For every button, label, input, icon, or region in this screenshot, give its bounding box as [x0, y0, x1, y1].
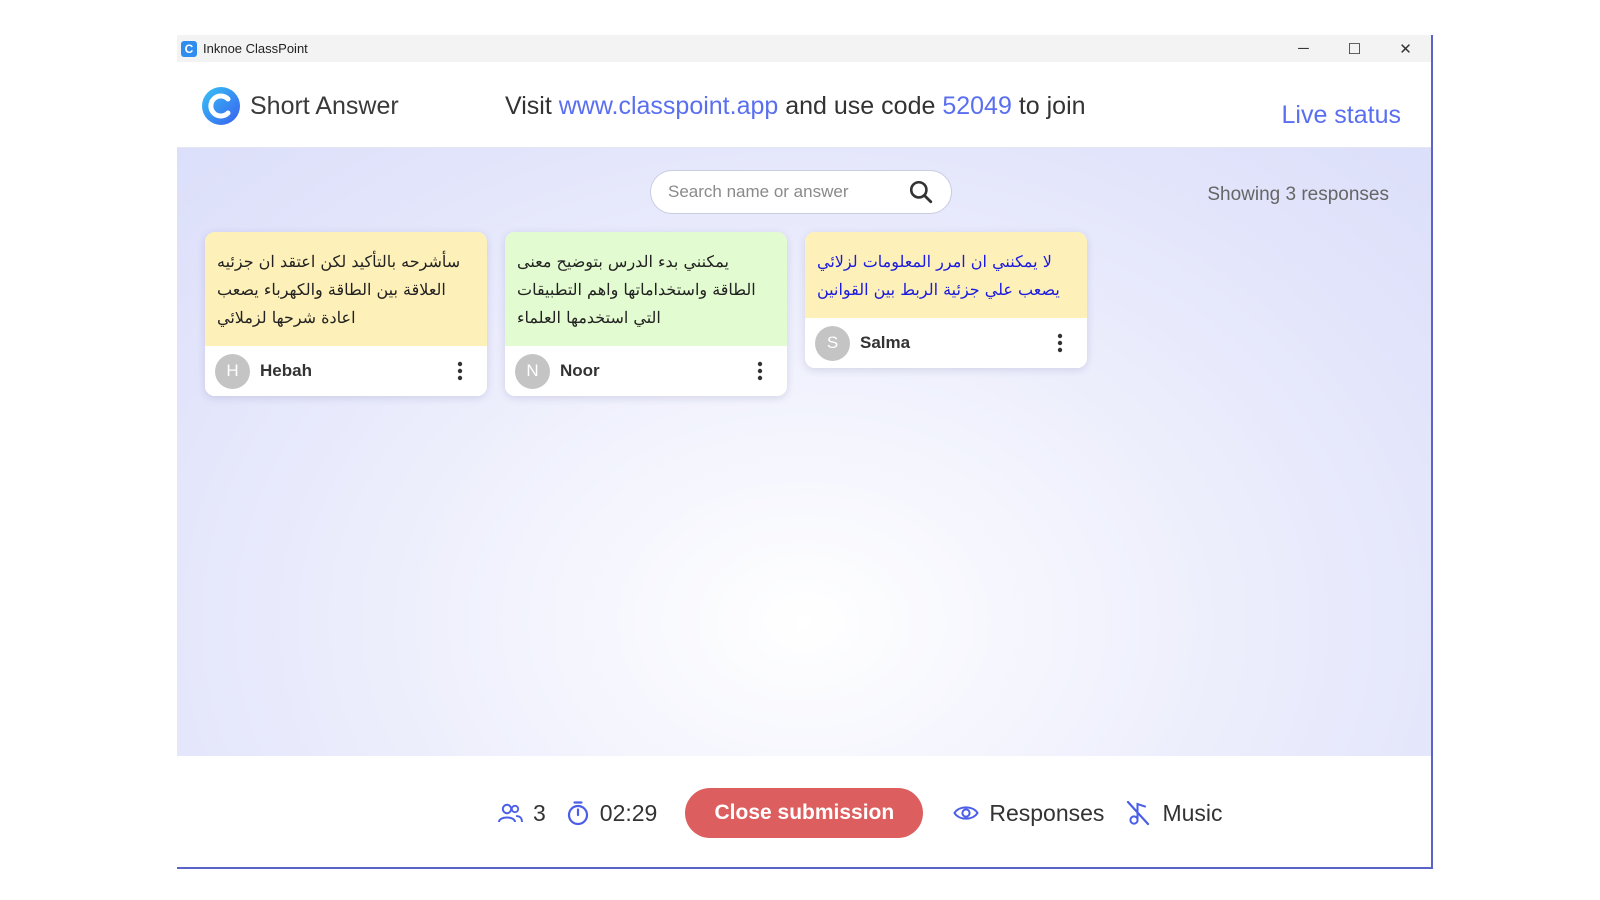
response-text: يمكنني بدء الدرس بتوضيح معنى الطاقة واست… — [505, 232, 787, 346]
join-prefix: Visit — [505, 92, 552, 120]
response-count: Showing 3 responses — [1207, 184, 1389, 205]
stopwatch-icon — [567, 801, 588, 826]
mode-title: Short Answer — [250, 92, 399, 120]
participant-number: 3 — [533, 799, 546, 826]
footer-controls: 3 02:29 Close submission Responses Music — [497, 788, 1223, 838]
responses-label: Responses — [989, 799, 1105, 826]
response-card-noor[interactable]: يمكنني بدء الدرس بتوضيح معنى الطاقة واست… — [505, 232, 787, 396]
search-icon[interactable] — [901, 172, 941, 212]
timer: 02:29 — [566, 799, 658, 827]
response-footer: N Noor — [505, 346, 787, 396]
classpoint-logo-icon — [202, 87, 240, 125]
header: Short Answer Visit www.classpoint.app an… — [177, 62, 1431, 148]
response-text: سأشرحه بالتأكيد لكن اعتقد ان جزئيه العلا… — [205, 232, 487, 346]
title-bar: C Inknoe ClassPoint ─ ☐ ✕ — [177, 35, 1431, 62]
more-options-icon[interactable] — [445, 356, 475, 386]
avatar: S — [815, 325, 850, 361]
live-status-link[interactable]: Live status — [1281, 101, 1401, 130]
responses-toggle[interactable]: Responses — [953, 800, 1104, 827]
avatar: N — [515, 353, 550, 389]
search-box[interactable]: Search name or answer — [650, 170, 952, 214]
response-footer: S Salma — [805, 318, 1087, 368]
minimize-button[interactable]: ─ — [1278, 35, 1329, 62]
join-instructions: Visit www.classpoint.app and use code 52… — [505, 92, 1086, 121]
student-name: Noor — [560, 361, 600, 380]
join-middle: and use code — [785, 92, 936, 120]
participants-icon — [498, 803, 523, 823]
maximize-button[interactable]: ☐ — [1329, 35, 1380, 62]
timer-value: 02:29 — [599, 799, 658, 826]
response-card-salma[interactable]: لا يمكنني ان امرر المعلومات لزلائي يصعب … — [805, 232, 1087, 368]
footer-toolbar: 3 02:29 Close submission Responses Music — [177, 756, 1431, 869]
student-name: Salma — [860, 333, 911, 352]
window-title: Inknoe ClassPoint — [203, 41, 308, 56]
classpoint-app-icon: C — [181, 40, 197, 57]
response-footer: H Hebah — [205, 346, 487, 396]
student-name: Hebah — [260, 361, 312, 380]
music-label: Music — [1162, 799, 1223, 826]
close-submission-button[interactable]: Close submission — [685, 788, 924, 838]
music-off-icon — [1127, 800, 1150, 826]
more-options-icon[interactable] — [745, 356, 775, 386]
search-input[interactable]: Search name or answer — [668, 182, 901, 202]
responses-area: Search name or answer Showing 3 response… — [177, 148, 1431, 756]
window-controls: ─ ☐ ✕ — [1278, 35, 1431, 62]
join-url-link[interactable]: www.classpoint.app — [559, 92, 779, 120]
close-window-button[interactable]: ✕ — [1380, 35, 1431, 62]
eye-icon — [953, 806, 980, 820]
response-text: لا يمكنني ان امرر المعلومات لزلائي يصعب … — [805, 232, 1087, 318]
app-window: C Inknoe ClassPoint ─ ☐ ✕ Short Answer V… — [177, 35, 1433, 869]
join-suffix: to join — [1018, 92, 1086, 120]
participant-count: 3 — [497, 800, 546, 827]
class-code: 52049 — [942, 92, 1012, 120]
music-toggle[interactable]: Music — [1126, 799, 1223, 827]
avatar: H — [215, 353, 250, 389]
more-options-icon[interactable] — [1045, 328, 1075, 358]
response-card-hebah[interactable]: سأشرحه بالتأكيد لكن اعتقد ان جزئيه العلا… — [205, 232, 487, 396]
